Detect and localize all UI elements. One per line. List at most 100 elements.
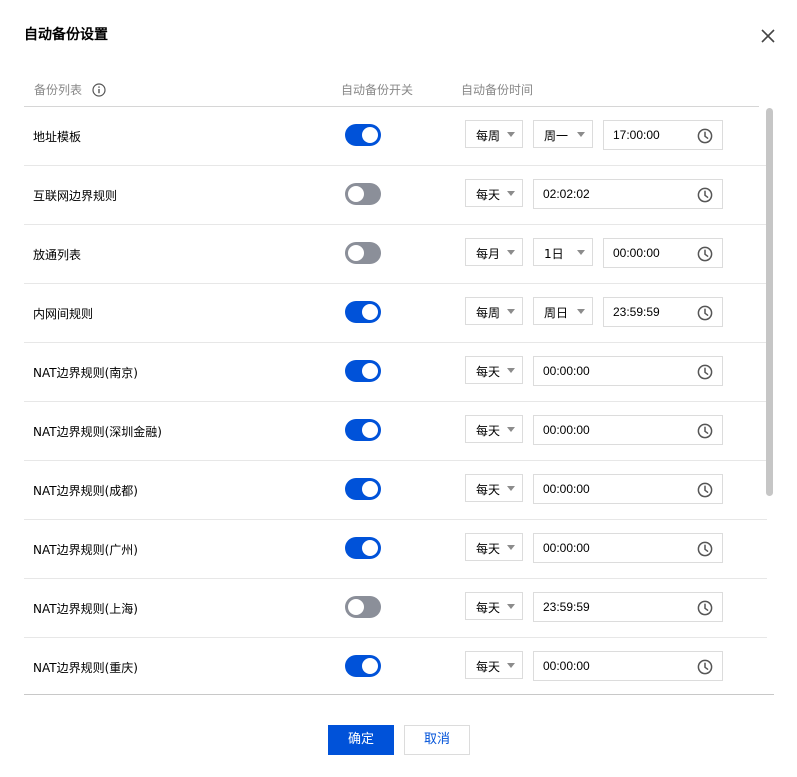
- cancel-button[interactable]: 取消: [404, 725, 470, 755]
- header-auto-backup-switch: 自动备份开关: [341, 83, 414, 97]
- row-name: NAT边界规则(成都): [33, 484, 138, 498]
- table-row: 放通列表 每月 1日 00:00:00: [24, 225, 767, 284]
- frequency-value: 每天: [476, 188, 501, 202]
- auto-backup-toggle[interactable]: [345, 301, 381, 323]
- chevron-down-icon: [577, 250, 585, 255]
- toggle-knob: [362, 481, 378, 497]
- table-row: NAT边界规则(上海) 每天 23:59:59: [24, 579, 767, 638]
- toggle-knob: [362, 304, 378, 320]
- day-value: 周日: [544, 306, 569, 320]
- frequency-select[interactable]: 每天: [465, 592, 523, 620]
- clock-icon: [697, 364, 713, 380]
- backup-table-body: 地址模板 每周 周一 17:00:00 互联网边界规则 每天 02:02:02 放通列表 每月 1…: [24, 107, 767, 694]
- clock-icon: [697, 541, 713, 557]
- chevron-down-icon: [507, 132, 515, 137]
- auto-backup-toggle[interactable]: [345, 242, 381, 264]
- clock-icon: [697, 482, 713, 498]
- auto-backup-toggle[interactable]: [345, 655, 381, 677]
- header-auto-backup-time: 自动备份时间: [461, 83, 534, 97]
- chevron-down-icon: [507, 250, 515, 255]
- time-picker-input[interactable]: 23:59:59: [533, 592, 723, 622]
- table-row: NAT边界规则(重庆) 每天 00:00:00: [24, 638, 767, 694]
- toggle-knob: [348, 186, 364, 202]
- frequency-select[interactable]: 每天: [465, 474, 523, 502]
- row-name: 内网间规则: [33, 307, 94, 321]
- day-value: 1日: [544, 247, 564, 261]
- day-select[interactable]: 1日: [533, 238, 593, 266]
- clock-icon: [697, 128, 713, 144]
- time-picker-input[interactable]: 00:00:00: [533, 415, 723, 445]
- toggle-knob: [362, 127, 378, 143]
- row-name: NAT边界规则(深圳金融): [33, 425, 162, 439]
- time-picker-input[interactable]: 00:00:00: [533, 474, 723, 504]
- time-value: 00:00:00: [543, 541, 590, 555]
- row-name: NAT边界规则(广州): [33, 543, 138, 557]
- time-picker-input[interactable]: 02:02:02: [533, 179, 723, 209]
- chevron-down-icon: [507, 309, 515, 314]
- clock-icon: [697, 246, 713, 262]
- row-name: 互联网边界规则: [33, 189, 118, 203]
- auto-backup-toggle[interactable]: [345, 478, 381, 500]
- time-value: 00:00:00: [543, 423, 590, 437]
- day-value: 周一: [544, 129, 569, 143]
- frequency-select[interactable]: 每天: [465, 533, 523, 561]
- time-value: 23:59:59: [613, 305, 660, 319]
- table-row: NAT边界规则(南京) 每天 00:00:00: [24, 343, 767, 402]
- frequency-value: 每天: [476, 424, 501, 438]
- table-row: NAT边界规则(深圳金融) 每天 00:00:00: [24, 402, 767, 461]
- auto-backup-toggle[interactable]: [345, 596, 381, 618]
- row-name: 地址模板: [33, 130, 82, 144]
- toggle-knob: [362, 363, 378, 379]
- toggle-knob: [348, 245, 364, 261]
- time-picker-input[interactable]: 17:00:00: [603, 120, 723, 150]
- clock-icon: [697, 305, 713, 321]
- auto-backup-toggle[interactable]: [345, 183, 381, 205]
- frequency-select[interactable]: 每天: [465, 651, 523, 679]
- toggle-knob: [362, 540, 378, 556]
- time-picker-input[interactable]: 23:59:59: [603, 297, 723, 327]
- table-row: 地址模板 每周 周一 17:00:00: [24, 107, 767, 166]
- clock-icon: [697, 659, 713, 675]
- clock-icon: [697, 600, 713, 616]
- toggle-knob: [362, 422, 378, 438]
- frequency-select[interactable]: 每天: [465, 179, 523, 207]
- time-value: 23:59:59: [543, 600, 590, 614]
- info-icon[interactable]: [92, 83, 106, 97]
- frequency-select[interactable]: 每周: [465, 120, 523, 148]
- day-select[interactable]: 周日: [533, 297, 593, 325]
- row-name: NAT边界规则(南京): [33, 366, 138, 380]
- row-name: 放通列表: [33, 248, 82, 262]
- auto-backup-toggle[interactable]: [345, 124, 381, 146]
- frequency-value: 每天: [476, 660, 501, 674]
- table-row: NAT边界规则(广州) 每天 00:00:00: [24, 520, 767, 579]
- table-row: 内网间规则 每周 周日 23:59:59: [24, 284, 767, 343]
- time-value: 00:00:00: [613, 246, 660, 260]
- frequency-select[interactable]: 每月: [465, 238, 523, 266]
- toggle-knob: [362, 658, 378, 674]
- frequency-select[interactable]: 每周: [465, 297, 523, 325]
- time-value: 02:02:02: [543, 187, 590, 201]
- clock-icon: [697, 187, 713, 203]
- time-picker-input[interactable]: 00:00:00: [533, 533, 723, 563]
- auto-backup-toggle[interactable]: [345, 419, 381, 441]
- day-select[interactable]: 周一: [533, 120, 593, 148]
- row-name: NAT边界规则(上海): [33, 602, 138, 616]
- confirm-button[interactable]: 确定: [328, 725, 394, 755]
- time-value: 17:00:00: [613, 128, 660, 142]
- scrollbar-thumb[interactable]: [766, 108, 773, 496]
- time-picker-input[interactable]: 00:00:00: [603, 238, 723, 268]
- time-value: 00:00:00: [543, 482, 590, 496]
- auto-backup-toggle[interactable]: [345, 537, 381, 559]
- toggle-knob: [348, 599, 364, 615]
- frequency-select[interactable]: 每天: [465, 415, 523, 443]
- footer-divider: [24, 694, 774, 695]
- frequency-select[interactable]: 每天: [465, 356, 523, 384]
- close-icon[interactable]: [759, 27, 777, 45]
- auto-backup-toggle[interactable]: [345, 360, 381, 382]
- chevron-down-icon: [507, 191, 515, 196]
- time-picker-input[interactable]: 00:00:00: [533, 356, 723, 386]
- time-picker-input[interactable]: 00:00:00: [533, 651, 723, 681]
- auto-backup-dialog: 自动备份设置 备份列表 自动备份开关 自动备份时间 地址模板 每周 周一 17:00:…: [0, 0, 797, 777]
- frequency-value: 每天: [476, 483, 501, 497]
- frequency-value: 每月: [476, 247, 501, 261]
